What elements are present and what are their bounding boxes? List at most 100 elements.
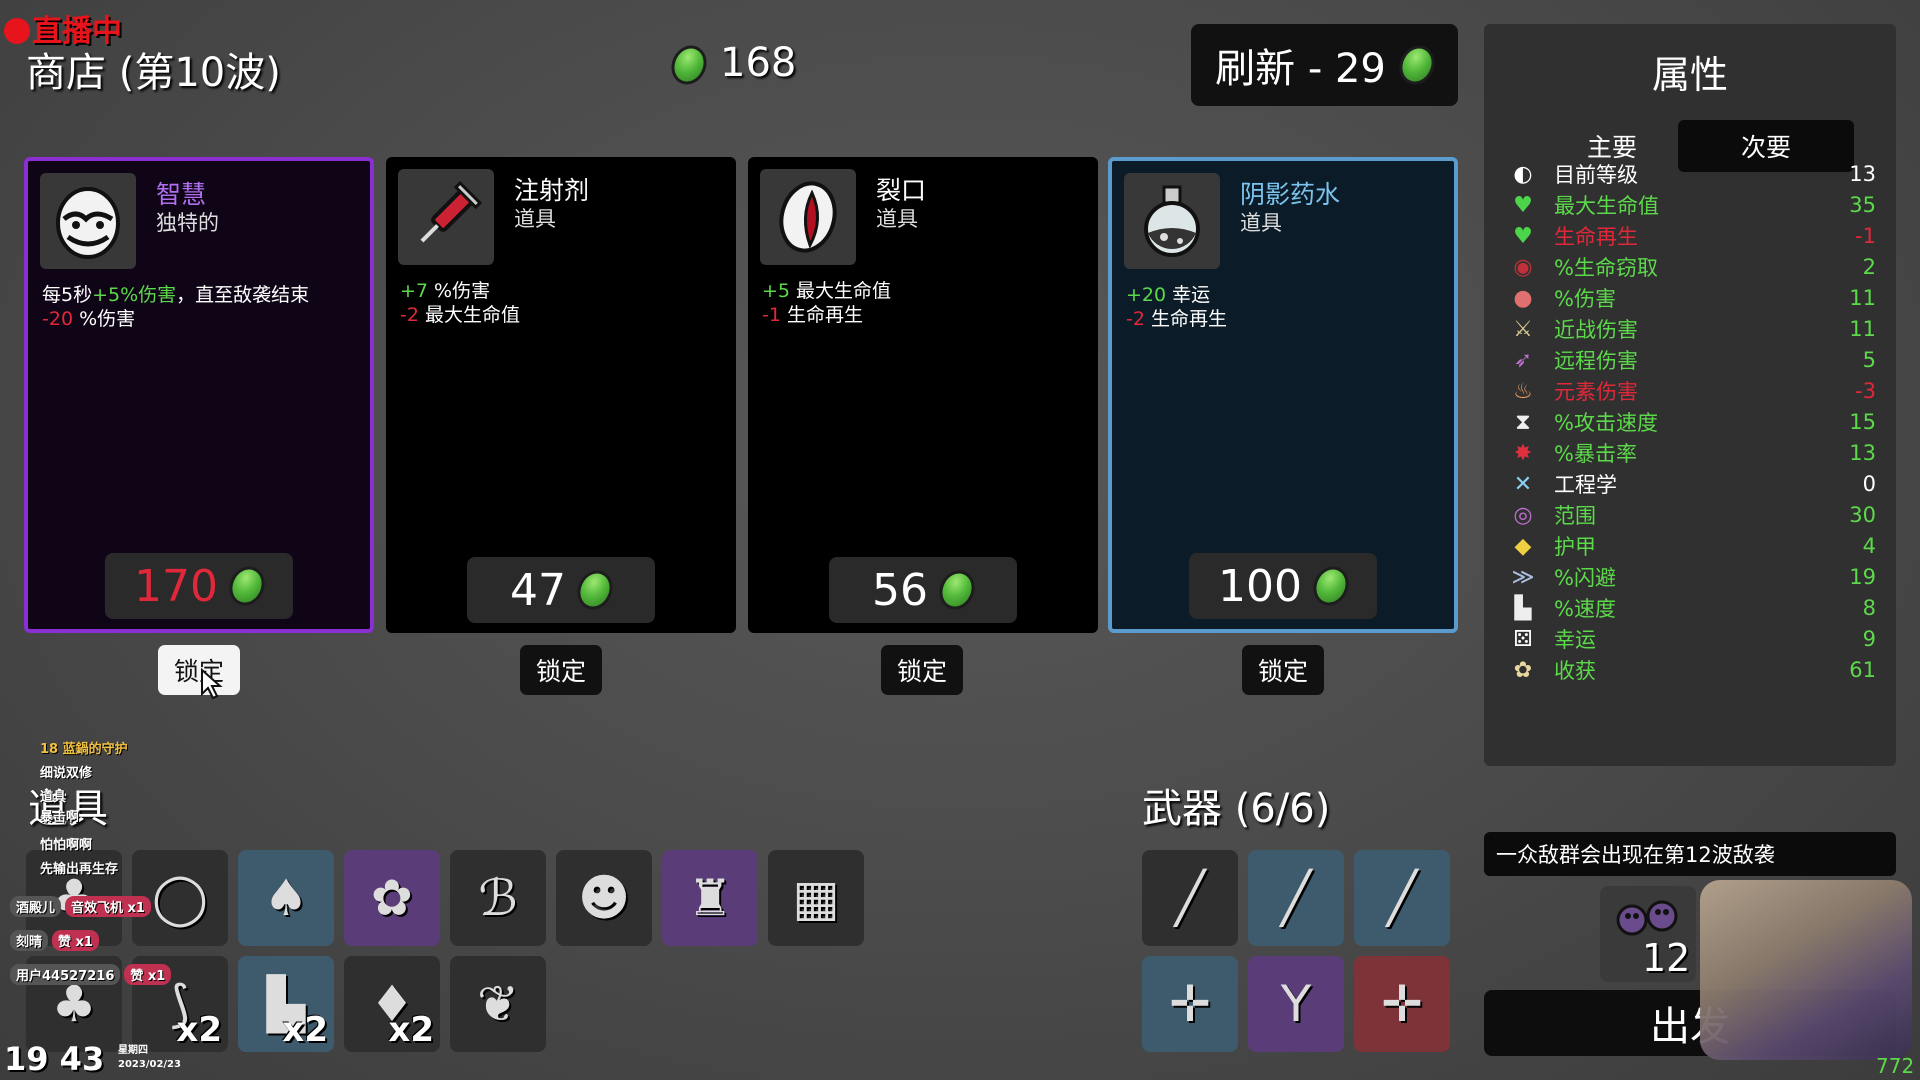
slingshot-icon: Y	[1280, 975, 1312, 1033]
spear-icon: ╱	[1386, 869, 1418, 927]
enemy-slot: 12	[1600, 886, 1696, 982]
material-coin-icon	[933, 564, 981, 616]
stat-row[interactable]: ⧗ %攻击速度 15	[1508, 408, 1876, 436]
stat-label: 生命再生	[1554, 225, 1638, 249]
stack-count: x2	[282, 1010, 328, 1050]
shop-card-syringe[interactable]: 注射剂 道具 +7 %伤害 -2 最大生命值 47	[386, 157, 736, 633]
chat-user: 刻晴	[10, 930, 49, 951]
chat-message: 18 蓝鍋的守护	[40, 738, 128, 757]
inventory-slot[interactable]: ♦ x2	[344, 956, 440, 1052]
chat-message: 细说双修	[40, 762, 92, 781]
material-coin-icon	[571, 564, 619, 616]
price-tag: 56	[829, 557, 1017, 623]
gold-amount: 168	[720, 40, 797, 86]
stat-label: 元素伤害	[1554, 380, 1638, 404]
inventory-slot[interactable]: ▦	[768, 850, 864, 946]
inventory-slot[interactable]: ▙ x2	[238, 956, 334, 1052]
chat-user: 道具	[40, 790, 67, 805]
chat-user: 细说双修	[40, 766, 93, 781]
muscle-icon: ●	[1513, 285, 1533, 311]
effect-text: +5%伤害	[92, 284, 177, 306]
inventory-slot[interactable]: ✛	[1142, 956, 1238, 1052]
stat-row[interactable]: ◐ 目前等级 13	[1508, 160, 1876, 188]
stat-label: 收获	[1554, 659, 1596, 683]
stat-row[interactable]: ✸ %暴击率 13	[1508, 439, 1876, 467]
stat-row[interactable]: ◉ %生命窃取 2	[1508, 253, 1876, 281]
corner-counter: 772	[1876, 1054, 1915, 1078]
inventory-slot[interactable]: ╱	[1354, 850, 1450, 946]
card-effects: +20 幸运 -2 生命再生	[1126, 283, 1227, 331]
clock-date: 星期四 2023/02/23	[118, 1045, 181, 1070]
chat-message: 道具	[40, 786, 66, 805]
stat-row[interactable]: ≫ %闪避 19	[1508, 563, 1876, 591]
stat-row[interactable]: ➶ 远程伤害 5	[1508, 346, 1876, 374]
fertilizer-bag-icon: ❦	[477, 975, 519, 1033]
effect-line: -2 最大生命值	[400, 303, 520, 327]
gold-counter: 168	[665, 39, 797, 91]
inventory-slot[interactable]: ❦	[450, 956, 546, 1052]
stat-row[interactable]: ▙ %速度 8	[1508, 594, 1876, 622]
stat-label: %暴击率	[1554, 442, 1637, 466]
clock-time: 19 43	[4, 1040, 105, 1078]
level-up-icon: ◐	[1513, 161, 1533, 187]
stats-panel: 属性 主要 次要 ◐ 目前等级 13 ♥ 最大生命值 35 ♥ 生命再生 -1 ◉ %生命窃取 2 ●%…	[1484, 24, 1896, 766]
teeth-icon: ◉	[1513, 254, 1533, 280]
stat-label: 护甲	[1554, 535, 1596, 559]
stat-row[interactable]: ◆ 护甲 4	[1508, 532, 1876, 560]
inventory-slot[interactable]: ♠	[238, 850, 334, 946]
stat-label: 工程学	[1554, 473, 1617, 497]
stat-value: -1	[1855, 224, 1876, 248]
inventory-slot[interactable]: ╱	[1142, 850, 1238, 946]
wave-notice: 一众敌群会出现在第12波敌袭	[1484, 832, 1896, 876]
weapons-heading: 武器 (6/6)	[1142, 786, 1331, 832]
stat-value: 0	[1862, 472, 1876, 496]
lock-button-cleft[interactable]: 锁定	[881, 645, 963, 695]
wheat-icon: ✿	[371, 869, 413, 927]
stat-row[interactable]: ♨ 元素伤害 -3	[1508, 377, 1876, 405]
effect-line: -20 %伤害	[42, 307, 309, 331]
price-tag: 170	[105, 553, 293, 619]
stat-row[interactable]: ● %伤害 11	[1508, 284, 1876, 312]
effect-text: -20	[42, 308, 74, 330]
range-icon: ◎	[1513, 502, 1533, 528]
lock-button-wisdom[interactable]: 锁定	[158, 645, 240, 695]
inventory-slot[interactable]: ♜	[662, 850, 758, 946]
lock-button-shadow-potion[interactable]: 锁定	[1242, 645, 1324, 695]
stat-row[interactable]: ⚔ 近战伤害 11	[1508, 315, 1876, 343]
heart-icon: ♥	[1513, 192, 1533, 218]
material-coin-icon	[665, 39, 713, 91]
stat-label: 目前等级	[1554, 163, 1638, 187]
mouth-cleft-icon	[760, 169, 856, 265]
lock-button-syringe[interactable]: 锁定	[520, 645, 602, 695]
card-effects: +7 %伤害 -2 最大生命值	[400, 279, 520, 327]
inventory-slot[interactable]: ✿	[344, 850, 440, 946]
chat-message: 怕怕啊啊	[40, 834, 92, 853]
shop-card-cleft[interactable]: 裂口 道具 +5 最大生命值 -1 生命再生 56	[748, 157, 1098, 633]
crit-burst-icon: ✸	[1513, 440, 1533, 466]
effect-text: -2	[400, 304, 419, 326]
flame-icon: ♨	[1513, 378, 1533, 404]
items-heading: 道具	[28, 786, 108, 832]
stat-row[interactable]: ✕ 工程学 0	[1508, 470, 1876, 498]
stat-row[interactable]: ♥ 最大生命值 35	[1508, 191, 1876, 219]
chat-gift: 赞 x1	[124, 964, 172, 985]
card-type: 道具	[514, 207, 556, 231]
shop-card-shadow-potion[interactable]: 阴影药水 道具 +20 幸运 -2 生命再生 100	[1108, 157, 1458, 633]
inventory-slot[interactable]: ✛	[1354, 956, 1450, 1052]
reroll-button[interactable]: 刷新 - 29	[1191, 24, 1458, 106]
shop-card-wisdom[interactable]: 智慧 独特的 每5秒+5%伤害，直至敌袭结束 -20 %伤害 170	[24, 157, 374, 633]
inventory-slot[interactable]: Y	[1248, 956, 1344, 1052]
wisdom-egg-icon	[40, 173, 136, 269]
inventory-slot[interactable]: ℬ	[450, 850, 546, 946]
stat-label: %速度	[1554, 597, 1616, 621]
stat-row[interactable]: ✿ 收获 61	[1508, 656, 1876, 684]
stat-row[interactable]: ♥ 生命再生 -1	[1508, 222, 1876, 250]
inventory-slot[interactable]: ╱	[1248, 850, 1344, 946]
chat-gift: 赞 x1	[52, 930, 99, 951]
inventory-slot[interactable]: ☻	[556, 850, 652, 946]
effect-text: 生命再生	[1144, 308, 1227, 330]
chat-user: 用户44527216	[10, 964, 121, 985]
stat-row[interactable]: ⚄ 幸运 9	[1508, 625, 1876, 653]
card-effects: +5 最大生命值 -1 生命再生	[762, 279, 891, 327]
stat-row[interactable]: ◎ 范围 30	[1508, 501, 1876, 529]
